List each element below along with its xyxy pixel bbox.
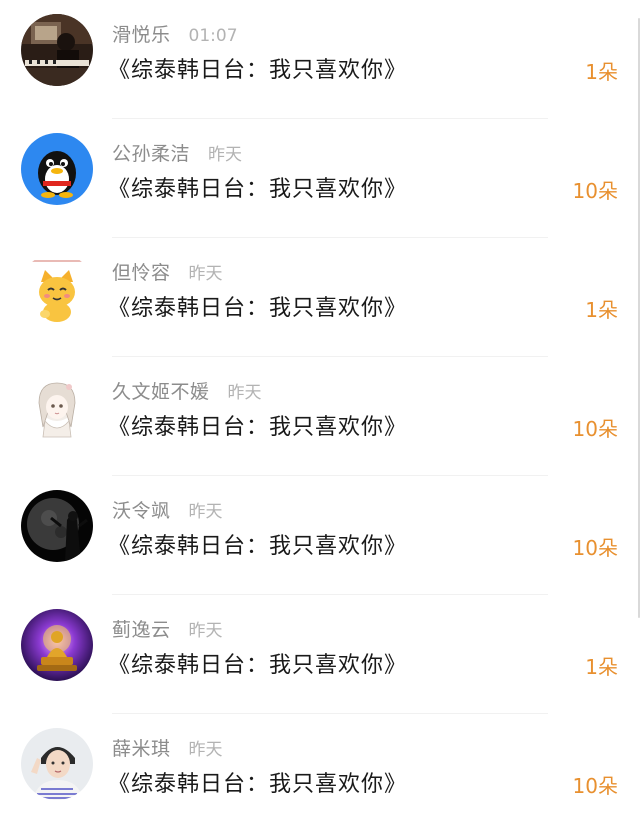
flower-count: 1朵 (585, 655, 618, 679)
timestamp: 昨天 (208, 145, 243, 165)
sender-name[interactable]: 沃令飒 (112, 500, 171, 522)
book-title[interactable]: 《综泰韩日台：我只喜欢你》 (108, 171, 407, 203)
avatar[interactable] (21, 728, 93, 800)
gift-list: 滑悦乐 01:07 《综泰韩日台：我只喜欢你》 1朵 公孙柔洁 昨天 《综泰韩日… (0, 0, 640, 828)
book-title[interactable]: 《综泰韩日台：我只喜欢你》 (108, 528, 407, 560)
sender-name[interactable]: 蓟逸云 (112, 619, 171, 641)
avatar[interactable] (21, 371, 93, 443)
book-title[interactable]: 《综泰韩日台：我只喜欢你》 (108, 766, 407, 798)
sender-name[interactable]: 滑悦乐 (112, 24, 171, 46)
sender-name[interactable]: 久文姬不媛 (112, 381, 210, 403)
item-meta: 沃令飒 昨天 (112, 496, 223, 524)
item-meta: 公孙柔洁 昨天 (112, 139, 242, 167)
list-item[interactable]: 薛米琪 昨天 《综泰韩日台：我只喜欢你》 10朵 (0, 714, 640, 833)
list-item[interactable]: 蓟逸云 昨天 《综泰韩日台：我只喜欢你》 1朵 (0, 595, 640, 714)
item-meta: 久文姬不媛 昨天 (112, 377, 262, 405)
sender-name[interactable]: 公孙柔洁 (112, 143, 190, 165)
list-item[interactable]: 公孙柔洁 昨天 《综泰韩日台：我只喜欢你》 10朵 (0, 119, 640, 238)
flower-count: 1朵 (585, 298, 618, 322)
timestamp: 01:07 (188, 26, 238, 46)
list-item[interactable]: 滑悦乐 01:07 《综泰韩日台：我只喜欢你》 1朵 (0, 0, 640, 119)
timestamp: 昨天 (188, 502, 223, 522)
anime-girl-icon (21, 371, 93, 443)
sender-name[interactable]: 但怜容 (112, 262, 171, 284)
flower-count: 10朵 (572, 774, 618, 798)
avatar[interactable] (21, 609, 93, 681)
book-title[interactable]: 《综泰韩日台：我只喜欢你》 (108, 52, 407, 84)
item-meta: 蓟逸云 昨天 (112, 615, 223, 643)
buddha-icon (21, 609, 93, 681)
avatar[interactable] (21, 14, 93, 86)
flower-count: 10朵 (572, 417, 618, 441)
flower-count: 10朵 (572, 536, 618, 560)
item-meta: 滑悦乐 01:07 (112, 20, 238, 48)
book-title[interactable]: 《综泰韩日台：我只喜欢你》 (108, 647, 407, 679)
list-item[interactable]: 久文姬不媛 昨天 《综泰韩日台：我只喜欢你》 10朵 (0, 357, 640, 476)
person-photo-icon (21, 728, 93, 800)
piano-photo-icon (21, 14, 93, 86)
book-title[interactable]: 《综泰韩日台：我只喜欢你》 (108, 290, 407, 322)
list-item[interactable]: 但怜容 昨天 《综泰韩日台：我只喜欢你》 1朵 (0, 238, 640, 357)
sender-name[interactable]: 薛米琪 (112, 738, 171, 760)
timestamp: 昨天 (188, 264, 223, 284)
timestamp: 昨天 (188, 740, 223, 760)
item-meta: 但怜容 昨天 (112, 258, 223, 286)
flower-count: 10朵 (572, 179, 618, 203)
cartoon-cat-icon (21, 252, 93, 324)
flower-count: 1朵 (585, 60, 618, 84)
avatar[interactable] (21, 252, 93, 324)
item-meta: 薛米琪 昨天 (112, 734, 223, 762)
avatar[interactable] (21, 490, 93, 562)
qq-penguin-icon (21, 133, 93, 205)
timestamp: 昨天 (227, 383, 262, 403)
list-item[interactable]: 沃令飒 昨天 《综泰韩日台：我只喜欢你》 10朵 (0, 476, 640, 595)
dark-moon-icon (21, 490, 93, 562)
avatar[interactable] (21, 133, 93, 205)
book-title[interactable]: 《综泰韩日台：我只喜欢你》 (108, 409, 407, 441)
timestamp: 昨天 (188, 621, 223, 641)
